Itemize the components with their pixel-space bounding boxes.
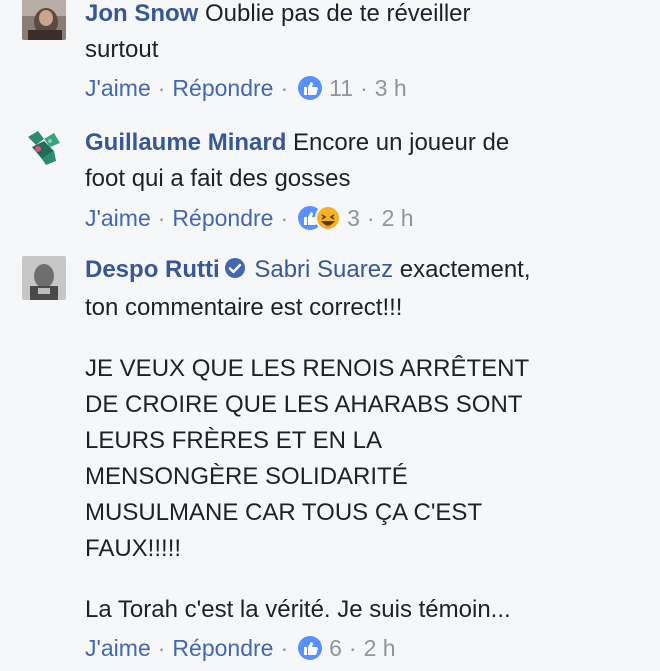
comment-text-line: Oublie pas de te réveiller [205, 0, 471, 27]
comment-time[interactable]: 2 h [382, 205, 414, 231]
reactions-summary[interactable] [297, 204, 343, 231]
comment-actions: J'aime · Répondre · 3 · 2 h [85, 204, 414, 231]
like-reaction-icon [298, 75, 323, 100]
like-link[interactable]: J'aime [85, 635, 151, 661]
like-link[interactable]: J'aime [85, 75, 151, 101]
verified-badge-icon [224, 254, 246, 290]
comment-actions: J'aime · Répondre · 11 · 3 h [85, 75, 407, 101]
avatar-guillaume-minard[interactable] [22, 127, 66, 171]
reaction-count: 11 [329, 75, 354, 101]
comment-text-line: JE VEUX QUE LES RENOIS ARRÊTENT [85, 355, 530, 382]
avatar-jon-snow[interactable] [22, 0, 66, 40]
reactions-summary[interactable] [297, 635, 323, 661]
like-link[interactable]: J'aime [85, 205, 151, 231]
comment-text-line: Encore un joueur de [293, 129, 510, 156]
comment-text-line: MUSULMANE CAR TOUS ÇA C'EST [85, 499, 483, 526]
comment-text-line: MENSONGÈRE SOLIDARITÉ [85, 463, 408, 490]
reaction-count: 6 [329, 635, 342, 661]
comment-guillaume-minard: Guillaume Minard Encore un joueur de foo… [22, 125, 650, 245]
comment-text-line: foot qui a fait des gosses [85, 165, 351, 192]
mention-link[interactable]: Sabri Suarez [254, 256, 393, 283]
comment-despo-rutti: Despo Rutti Sabri Suarez exactement, ton… [22, 254, 650, 671]
reaction-count: 3 [347, 205, 360, 231]
reply-link[interactable]: Répondre [172, 635, 273, 661]
reactions-summary[interactable] [297, 75, 323, 101]
comment-text: Jon Snow Oublie pas de te réveiller surt… [85, 0, 650, 68]
comment-text-line: LEURS FRÈRES ET EN LA [85, 427, 382, 454]
comment-jon-snow: Jon Snow Oublie pas de te réveiller surt… [22, 0, 650, 110]
comment-actions: J'aime · Répondre · 6 · 2 h [85, 635, 396, 661]
comment-text-line: FAUX!!!!! [85, 535, 182, 562]
comment-text: Despo Rutti Sabri Suarez exactement, ton… [85, 252, 650, 628]
comment-author[interactable]: Guillaume Minard [85, 129, 286, 156]
comment-author[interactable]: Jon Snow [85, 0, 198, 27]
comment-time[interactable]: 3 h [375, 75, 407, 101]
comment-text-line: surtout [85, 36, 159, 63]
comment-author[interactable]: Despo Rutti [85, 256, 220, 283]
haha-reaction-icon [315, 204, 342, 231]
avatar-despo-rutti[interactable] [22, 256, 66, 300]
comment-text-line: La Torah c'est la vérité. Je suis témoin… [85, 596, 511, 623]
comment-time[interactable]: 2 h [364, 635, 396, 661]
comment-text-line: ton commentaire est correct!!! [85, 294, 403, 321]
comment-text-line: DE CROIRE QUE LES AHARABS SONT [85, 391, 523, 418]
comment-text-line: exactement, [399, 256, 531, 283]
comment-text: Guillaume Minard Encore un joueur de foo… [85, 125, 650, 197]
reply-link[interactable]: Répondre [172, 205, 273, 231]
like-reaction-icon [298, 635, 323, 660]
reply-link[interactable]: Répondre [172, 75, 273, 101]
